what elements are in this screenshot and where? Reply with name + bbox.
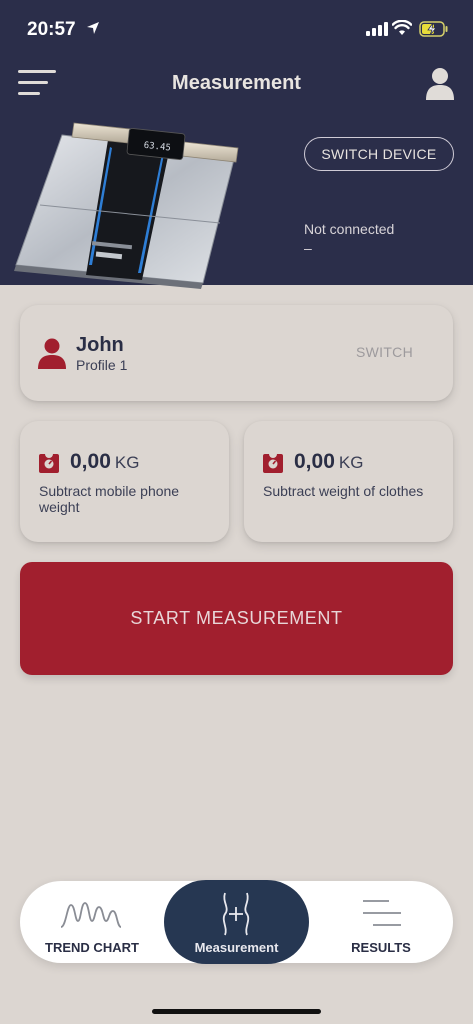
status-time: 20:57 — [27, 19, 76, 40]
tab-measurement[interactable]: Measurement — [164, 880, 309, 964]
user-icon — [38, 338, 66, 369]
tab-results-label: RESULTS — [351, 940, 411, 955]
cellular-signal-icon — [366, 22, 388, 36]
measurement-body-icon — [222, 892, 250, 936]
bottom-tab-bar: TREND CHART Measurement RESULTS — [20, 880, 453, 964]
phone-weight-card[interactable]: 0,00 KG Subtract mobile phone weight — [20, 421, 229, 542]
clothes-weight-card[interactable]: 0,00 KG Subtract weight of clothes — [244, 421, 453, 542]
switch-profile-button[interactable]: SWITCH — [356, 344, 413, 360]
tab-trend-chart[interactable]: TREND CHART — [20, 881, 164, 963]
weight-scale-icon — [39, 454, 59, 473]
weight-scale-icon — [263, 454, 283, 473]
clothes-weight-value: 0,00 KG — [294, 450, 363, 474]
scale-device-image: 63.45 — [14, 122, 239, 289]
header: 20:57 Measurement 63.45 SWITCH DEVICE No… — [0, 0, 473, 289]
results-list-icon — [363, 900, 401, 926]
user-profile-icon[interactable] — [424, 66, 456, 100]
switch-device-button[interactable]: SWITCH DEVICE — [304, 137, 454, 171]
phone-weight-description: Subtract mobile phone weight — [39, 483, 180, 515]
location-arrow-icon — [87, 22, 99, 34]
clothes-weight-number: 0,00 — [294, 450, 335, 473]
connection-value: – — [304, 240, 312, 256]
phone-weight-unit: KG — [114, 453, 140, 472]
start-measurement-button[interactable]: START MEASUREMENT — [20, 562, 453, 675]
page-title: Measurement — [172, 72, 301, 94]
clothes-weight-unit: KG — [338, 453, 364, 472]
battery-charging-icon — [419, 21, 448, 37]
phone-weight-value: 0,00 KG — [70, 450, 139, 474]
connection-status: Not connected — [304, 221, 395, 237]
tab-trend-chart-label: TREND CHART — [45, 940, 139, 955]
wifi-icon — [392, 20, 412, 35]
profile-subtitle: Profile 1 — [76, 357, 128, 373]
phone-weight-number: 0,00 — [70, 450, 111, 473]
profile-card: John Profile 1 SWITCH — [20, 305, 453, 401]
tab-results[interactable]: RESULTS — [309, 881, 453, 963]
home-indicator[interactable] — [152, 1009, 321, 1014]
status-bar: 20:57 — [0, 0, 473, 56]
trend-chart-icon — [60, 902, 122, 928]
tab-measurement-label: Measurement — [194, 940, 279, 955]
profile-name: John — [76, 334, 124, 356]
clothes-weight-description: Subtract weight of clothes — [263, 483, 424, 499]
